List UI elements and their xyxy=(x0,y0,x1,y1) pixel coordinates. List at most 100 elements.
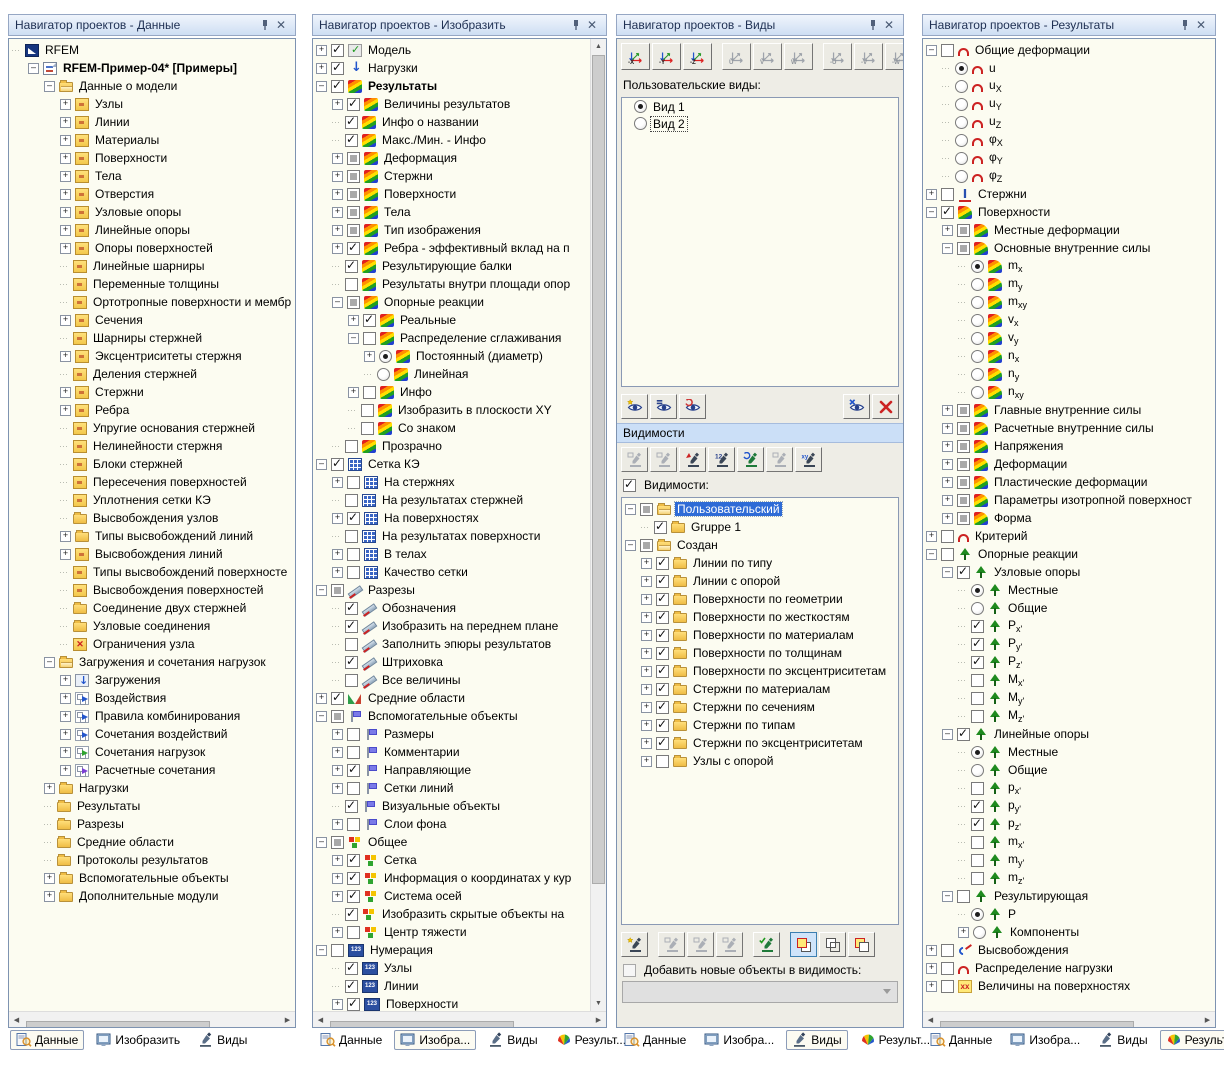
radio[interactable] xyxy=(971,601,984,615)
user-view-item[interactable]: Вид 1 xyxy=(622,98,898,115)
collapse-icon[interactable]: – xyxy=(348,332,359,344)
collapse-icon[interactable]: – xyxy=(44,656,55,668)
checkbox[interactable] xyxy=(941,979,954,993)
checkbox[interactable] xyxy=(971,637,984,651)
tab-display[interactable]: Изобразить xyxy=(90,1030,186,1050)
tree-item[interactable]: nx xyxy=(923,347,1215,365)
tree-item[interactable]: – Разрезы xyxy=(313,581,590,599)
tree-item[interactable]: + Материалы xyxy=(9,131,295,149)
tree-item[interactable]: Ограничения узла xyxy=(9,635,295,653)
tab-views[interactable]: Виды xyxy=(482,1030,543,1050)
tree-item[interactable]: + Поверхности по толщинам xyxy=(622,644,898,662)
checkbox[interactable] xyxy=(941,529,954,543)
expand-icon[interactable]: + xyxy=(332,476,343,488)
expand-icon[interactable]: + xyxy=(942,512,953,524)
expand-icon[interactable]: + xyxy=(641,701,652,713)
checkbox[interactable] xyxy=(656,736,669,750)
scroll-right-icon[interactable]: ▶ xyxy=(280,1012,295,1027)
tree-item[interactable]: Пересечения поверхностей xyxy=(9,473,295,491)
vis-edit-button[interactable] xyxy=(621,447,648,472)
checkbox[interactable] xyxy=(957,439,970,453)
tree-item[interactable]: + Распределение нагрузки xyxy=(923,959,1215,977)
vis-tool-1-button[interactable] xyxy=(658,932,685,957)
expand-icon[interactable]: + xyxy=(332,998,343,1010)
expand-icon[interactable]: + xyxy=(60,548,71,560)
collapse-icon[interactable]: – xyxy=(316,458,327,470)
checkbox[interactable] xyxy=(656,592,669,606)
checkbox[interactable] xyxy=(345,799,358,813)
mode-subtract-button[interactable] xyxy=(848,932,875,957)
tree-item[interactable]: + Стержни по сечениям xyxy=(622,698,898,716)
checkbox[interactable] xyxy=(347,295,360,309)
tree-item[interactable]: Изобразить на переднем плане xyxy=(313,617,590,635)
tree-item[interactable]: Местные xyxy=(923,743,1215,761)
expand-icon[interactable]: + xyxy=(332,170,343,182)
close-icon[interactable]: ✕ xyxy=(881,18,897,32)
tree-item[interactable]: + Величины на поверхностях xyxy=(923,977,1215,995)
tree-item[interactable]: – Вспомогательные объекты xyxy=(313,707,590,725)
tree-item[interactable]: Шарниры стержней xyxy=(9,329,295,347)
view-neg-x-button[interactable]: -X xyxy=(621,43,650,70)
collapse-icon[interactable]: – xyxy=(316,80,327,92)
tree-item[interactable]: – Сетка КЭ xyxy=(313,455,590,473)
tree-item[interactable]: – Создан xyxy=(622,536,898,554)
checkbox[interactable] xyxy=(941,187,954,201)
tree-item[interactable]: + Поверхности xyxy=(9,149,295,167)
tree-item[interactable]: + Тип изображения xyxy=(313,221,590,239)
radio[interactable] xyxy=(955,151,968,165)
user-view-item[interactable]: Вид 2 xyxy=(622,115,898,132)
tree-item[interactable]: + Сетка xyxy=(313,851,590,869)
expand-icon[interactable]: + xyxy=(332,926,343,938)
checkbox[interactable] xyxy=(941,43,954,57)
tree-item[interactable]: – Линейные опоры xyxy=(923,725,1215,743)
checkbox[interactable] xyxy=(656,718,669,732)
radio[interactable] xyxy=(379,349,392,363)
tree-item[interactable]: py' xyxy=(923,797,1215,815)
tree-item[interactable]: + Сочетания воздействий xyxy=(9,725,295,743)
tree-item[interactable]: Ортотропные поверхности и мембр xyxy=(9,293,295,311)
tree-item[interactable]: φZ xyxy=(923,167,1215,185)
tree-item[interactable]: + Качество сетки xyxy=(313,563,590,581)
checkbox[interactable] xyxy=(347,97,360,111)
tree-item[interactable]: + На стержнях xyxy=(313,473,590,491)
tree-item[interactable]: Линейная xyxy=(313,365,590,383)
expand-icon[interactable]: + xyxy=(926,944,937,956)
radio[interactable] xyxy=(955,115,968,129)
radio[interactable] xyxy=(955,97,968,111)
checkbox[interactable] xyxy=(347,817,360,831)
checkbox[interactable] xyxy=(331,835,344,849)
expand-icon[interactable]: + xyxy=(942,422,953,434)
tree-item[interactable]: – Данные о модели xyxy=(9,77,295,95)
checkbox[interactable] xyxy=(957,565,970,579)
collapse-icon[interactable]: – xyxy=(942,566,953,578)
tab-display[interactable]: Изобра... xyxy=(698,1030,780,1050)
expand-icon[interactable]: + xyxy=(332,746,343,758)
checkbox[interactable] xyxy=(941,943,954,957)
expand-icon[interactable]: + xyxy=(926,530,937,542)
checkbox[interactable] xyxy=(971,871,984,885)
checkbox[interactable] xyxy=(957,421,970,435)
expand-icon[interactable]: + xyxy=(60,224,71,236)
tree-item[interactable]: + Стержни xyxy=(923,185,1215,203)
tree-item[interactable]: – Распределение сглаживания xyxy=(313,329,590,347)
tree-item[interactable]: Gruppe 1 xyxy=(622,518,898,536)
collapse-icon[interactable]: – xyxy=(625,539,636,551)
checkbox[interactable] xyxy=(656,646,669,660)
tree-item[interactable]: + Нагрузки xyxy=(9,779,295,797)
checkbox[interactable] xyxy=(957,511,970,525)
radio[interactable] xyxy=(955,169,968,183)
collapse-icon[interactable]: – xyxy=(332,296,343,308)
checkbox[interactable] xyxy=(345,655,358,669)
tree-item[interactable]: + Критерий xyxy=(923,527,1215,545)
expand-icon[interactable]: + xyxy=(60,404,71,416)
checkbox[interactable] xyxy=(345,529,358,543)
expand-icon[interactable]: + xyxy=(60,134,71,146)
checkbox[interactable] xyxy=(656,682,669,696)
expand-icon[interactable]: + xyxy=(641,647,652,659)
tree-item[interactable]: Результаты внутри площади опор xyxy=(313,275,590,293)
expand-icon[interactable]: + xyxy=(641,629,652,641)
checkbox[interactable] xyxy=(656,574,669,588)
tree-item[interactable]: + Параметры изотропной поверхност xyxy=(923,491,1215,509)
checkbox[interactable] xyxy=(345,133,358,147)
expand-icon[interactable]: + xyxy=(332,206,343,218)
